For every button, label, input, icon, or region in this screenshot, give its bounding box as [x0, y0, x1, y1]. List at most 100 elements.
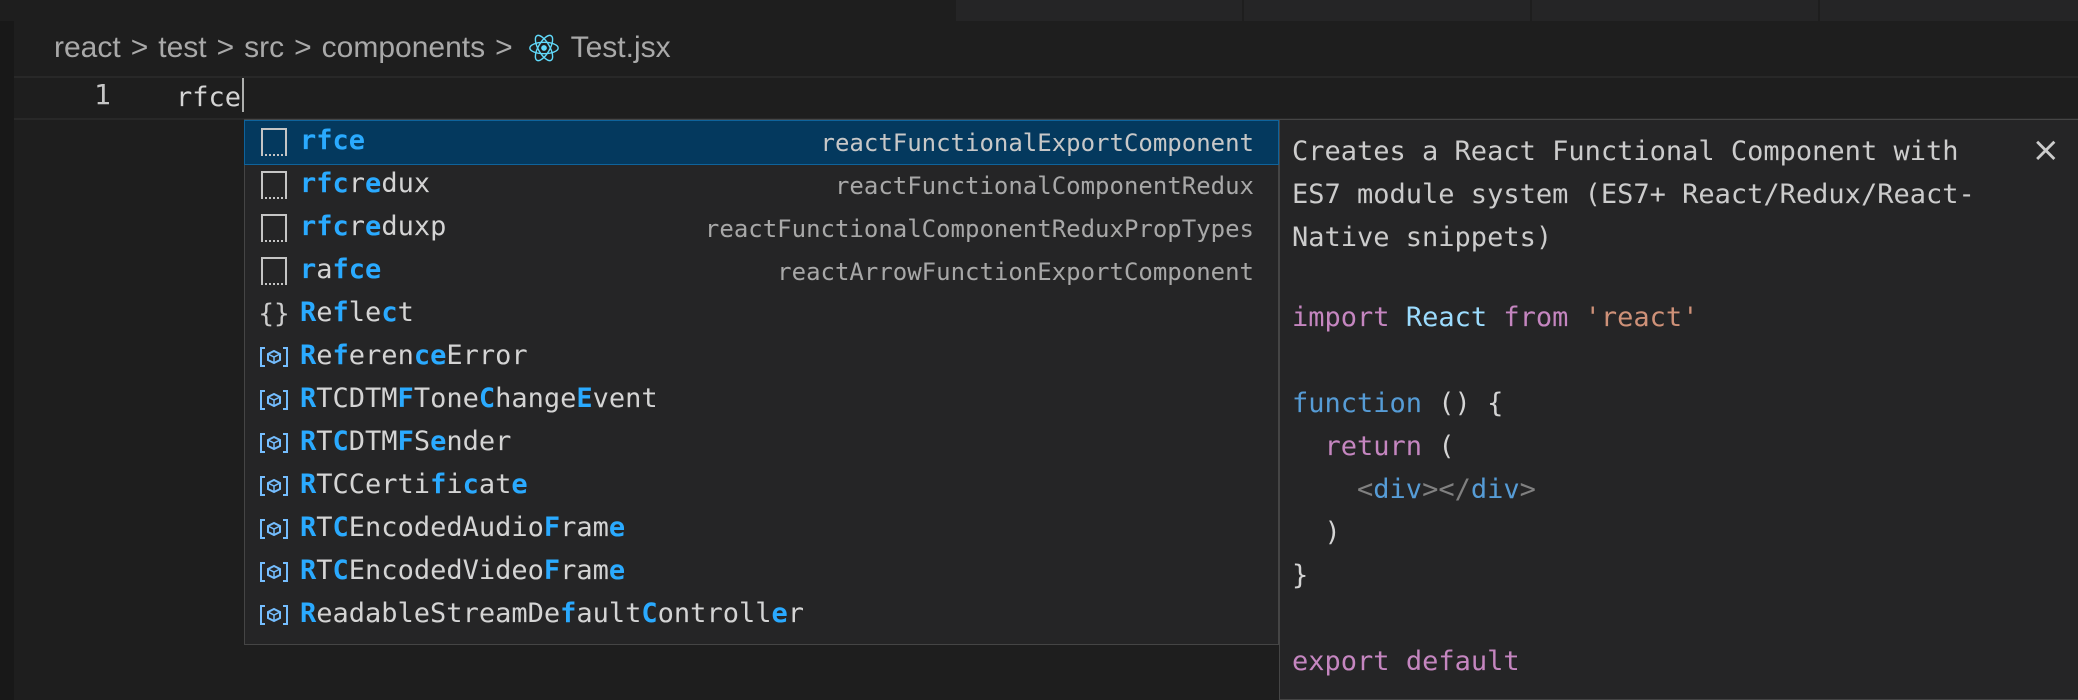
- editor-text: rfce: [176, 82, 242, 113]
- label-text: r: [348, 211, 366, 242]
- code-keyword: default: [1405, 646, 1520, 677]
- match-highlight: e: [511, 469, 528, 500]
- match-highlight: C: [332, 555, 349, 586]
- snippet-icon: [257, 125, 291, 159]
- code-tag: div: [1470, 474, 1520, 505]
- match-highlight: E: [576, 383, 593, 414]
- label-text: T: [316, 512, 333, 543]
- code-keyword: export: [1292, 646, 1390, 677]
- label-text: r: [787, 598, 804, 629]
- code-punctuation: ): [1324, 517, 1341, 548]
- suggest-widget: rfce reactFunctionalExportComponent rfcred…: [244, 119, 1279, 645]
- breadcrumb: react > test > src > components > Test.j…: [54, 26, 671, 70]
- match-highlight: F: [397, 426, 414, 457]
- suggest-details-panel: × Creates a React Functional Component w…: [1279, 119, 2078, 700]
- code-tag: div: [1373, 474, 1423, 505]
- label-text: vent: [592, 383, 658, 414]
- suggestion-label: rafce: [300, 254, 381, 285]
- suggestion-item[interactable]: rafce reactArrowFunctionExportComponent: [245, 250, 1278, 293]
- class-icon: [257, 555, 291, 589]
- match-highlight: C: [478, 383, 496, 414]
- match-highlight: rfc: [300, 168, 349, 199]
- label-text: eadableStreamDe: [316, 598, 561, 629]
- match-highlight: e: [365, 168, 382, 199]
- tab[interactable]: [1820, 0, 2078, 21]
- suggestion-label: rfce: [300, 125, 365, 156]
- suggestion-item[interactable]: ReferenceError: [245, 336, 1278, 379]
- label-text: TCCerti: [316, 469, 431, 500]
- label-text: ontroll: [657, 598, 772, 629]
- suggestion-item[interactable]: ReadableStreamDefaultController: [245, 594, 1278, 637]
- label-text: S: [413, 426, 431, 457]
- label-text: a: [316, 254, 333, 285]
- snippet-icon: [257, 211, 291, 245]
- match-highlight: e: [771, 598, 788, 629]
- code-punctuation: (: [1422, 431, 1455, 462]
- match-highlight: e: [430, 426, 447, 457]
- match-highlight: ce: [413, 340, 447, 371]
- editor-input[interactable]: rfce: [176, 78, 245, 113]
- snippet-icon: [257, 254, 291, 288]
- match-highlight: R: [300, 555, 317, 586]
- suggestion-item[interactable]: rfcreduxp reactFunctionalComponentReduxPr…: [245, 207, 1278, 250]
- code-keyword: function: [1292, 388, 1423, 419]
- suggestion-label: RTCDTMFToneChangeEvent: [300, 383, 658, 414]
- suggestion-item[interactable]: rfcredux reactFunctionalComponentRedux: [245, 164, 1278, 207]
- match-highlight: F: [397, 383, 414, 414]
- breadcrumb-item-react[interactable]: react: [54, 31, 121, 65]
- match-highlight: rfc: [300, 211, 349, 242]
- breadcrumb-item-components[interactable]: components: [322, 31, 485, 65]
- breadcrumb-item-src[interactable]: src: [244, 31, 284, 65]
- match-highlight: e: [608, 512, 626, 543]
- code-keyword: from: [1503, 302, 1569, 333]
- breadcrumb-item-test[interactable]: test: [158, 31, 206, 65]
- class-icon: [257, 383, 291, 417]
- label-text: t: [397, 297, 414, 328]
- label-text: ram: [560, 555, 609, 586]
- tab-active[interactable]: [0, 0, 958, 21]
- chevron-right-icon: >: [216, 31, 235, 64]
- match-highlight: C: [332, 512, 349, 543]
- current-line-highlight: [14, 76, 2078, 120]
- suggestion-item[interactable]: RTCEncodedAudioFrame: [245, 508, 1278, 551]
- match-highlight: F: [543, 512, 561, 543]
- label-text: i: [446, 469, 463, 500]
- suggestion-label: ReadableStreamDefaultController: [300, 598, 804, 629]
- label-text: Error: [446, 340, 528, 371]
- match-highlight: R: [300, 383, 317, 414]
- text-cursor: [242, 78, 245, 112]
- tab[interactable]: [1532, 0, 1820, 21]
- close-icon[interactable]: ×: [2032, 130, 2061, 170]
- code-keyword: import: [1292, 302, 1390, 333]
- tab[interactable]: [956, 0, 1244, 21]
- label-text: TCDTM: [316, 383, 398, 414]
- match-highlight: c: [462, 469, 479, 500]
- snippet-icon: [257, 168, 291, 202]
- suggestion-label: RTCEncodedAudioFrame: [300, 512, 625, 543]
- snippet-preview: import React from 'react' function () { …: [1292, 296, 1698, 683]
- label-text: ault: [576, 598, 642, 629]
- match-highlight: R: [300, 512, 317, 543]
- label-text: T: [316, 426, 333, 457]
- chevron-right-icon: >: [130, 31, 149, 64]
- match-highlight: C: [641, 598, 658, 629]
- breadcrumb-file[interactable]: Test.jsx: [571, 31, 671, 65]
- code-punctuation: }: [1292, 560, 1309, 591]
- tab[interactable]: [1244, 0, 1532, 21]
- match-highlight: c: [381, 297, 398, 328]
- match-highlight: R: [300, 469, 317, 500]
- match-highlight: R: [300, 426, 317, 457]
- suggestion-item[interactable]: RTCEncodedVideoFrame: [245, 551, 1278, 594]
- suggestion-item[interactable]: RTCDTMFSender: [245, 422, 1278, 465]
- suggestion-item[interactable]: {} Reflect: [245, 293, 1278, 336]
- match-highlight: r: [300, 254, 317, 285]
- label-text: hange: [495, 383, 577, 414]
- suggestion-item[interactable]: RTCDTMFToneChangeEvent: [245, 379, 1278, 422]
- suggestion-detail: reactFunctionalExportComponent: [820, 129, 1254, 157]
- label-text: duxp: [381, 211, 447, 242]
- chevron-right-icon: >: [495, 31, 513, 64]
- suggestion-item[interactable]: RTCCertificate: [245, 465, 1278, 508]
- label-text: Tone: [413, 383, 479, 414]
- label-text: le: [348, 297, 382, 328]
- suggestion-item[interactable]: rfce reactFunctionalExportComponent: [244, 120, 1279, 165]
